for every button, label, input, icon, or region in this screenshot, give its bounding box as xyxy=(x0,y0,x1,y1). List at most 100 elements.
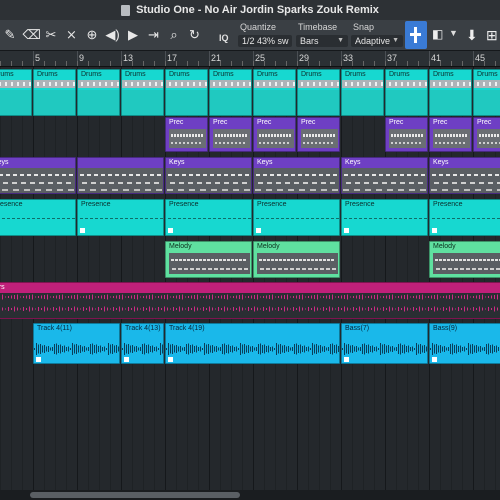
event-melody[interactable]: Melody xyxy=(429,241,500,278)
grid-icon[interactable]: ⊞ xyxy=(486,27,498,44)
event-drums[interactable]: Drums xyxy=(209,69,252,116)
event-presence[interactable]: Presence xyxy=(341,199,428,236)
event-prec[interactable]: Prec xyxy=(473,117,500,152)
scrollbar-thumb[interactable] xyxy=(30,492,240,498)
event-audio[interactable]: Track 4(13) xyxy=(121,323,164,364)
event-drums[interactable]: Drums xyxy=(121,69,164,116)
event-keys[interactable]: Keys xyxy=(253,157,340,194)
event-audio[interactable]: Track 4(19) xyxy=(165,323,340,364)
eraser-icon[interactable]: ⌫ xyxy=(23,27,41,43)
event-audio[interactable]: Bass(9) xyxy=(429,323,500,364)
horizontal-scrollbar[interactable] xyxy=(0,490,500,500)
iq-button[interactable]: IQ xyxy=(219,33,229,43)
event-drums[interactable]: Drums xyxy=(429,69,472,116)
track-lane-prec[interactable]: Prec Prec Prec Prec Prec Prec Prec xyxy=(0,115,500,153)
event-label: Drums xyxy=(213,71,234,78)
track-lane-presence[interactable]: Presence Presence Presence Presence Presence… xyxy=(0,197,500,237)
event-label: tars xyxy=(0,284,5,291)
event-label: Presence xyxy=(257,201,287,208)
document-icon xyxy=(121,4,131,16)
event-melody[interactable]: Melody xyxy=(253,241,340,278)
ruler-bar-number: 9 xyxy=(79,53,85,63)
event-prec[interactable]: Prec xyxy=(253,117,296,152)
event-prec[interactable]: Prec xyxy=(209,117,252,152)
timebase-label: Timebase xyxy=(298,22,338,32)
event-keys[interactable]: Keys xyxy=(341,157,428,194)
event-drums[interactable]: Drums xyxy=(297,69,340,116)
event-audio[interactable]: Bass(7) xyxy=(341,323,428,364)
event-label: Keys xyxy=(169,159,185,166)
event-label: Keys xyxy=(0,159,9,166)
event-presence[interactable]: Presence xyxy=(0,199,76,236)
event-keys[interactable]: Keys xyxy=(0,157,76,194)
event-melody[interactable]: Melody xyxy=(165,241,252,278)
event-drums[interactable]: Drums xyxy=(0,69,32,116)
track-lane-guitars[interactable]: tars xyxy=(0,280,500,320)
event-label: Drums xyxy=(125,71,146,78)
event-keys[interactable] xyxy=(77,157,164,194)
event-drums[interactable]: Drums xyxy=(165,69,208,116)
range-tool-icon[interactable]: ⇥ xyxy=(146,27,162,43)
event-drums[interactable]: Drums xyxy=(473,69,500,116)
event-presence[interactable]: Presence xyxy=(165,199,252,236)
event-label: Drums xyxy=(0,71,14,78)
snap-value: Adaptive xyxy=(355,36,391,46)
event-label: Prec xyxy=(389,119,404,126)
event-presence[interactable]: Presence xyxy=(429,199,500,236)
event-label: Drums xyxy=(301,71,322,78)
snap-select[interactable]: Adaptive ▼ xyxy=(351,35,403,47)
event-label: Drums xyxy=(257,71,278,78)
listen-tool-icon[interactable]: ◀) xyxy=(105,27,121,43)
loop-icon[interactable]: ↻ xyxy=(187,27,203,43)
mute-tool-icon[interactable]: ⨯ xyxy=(64,27,80,43)
timeline-ruler[interactable]: 5 9 13 17 21 25 29 33 37 41 45 xyxy=(0,51,500,67)
event-presence[interactable]: Presence xyxy=(77,199,164,236)
event-prec[interactable]: Prec xyxy=(429,117,472,152)
event-prec[interactable]: Prec xyxy=(165,117,208,152)
event-label: Track 4(19) xyxy=(169,325,205,332)
event-prec[interactable]: Prec xyxy=(297,117,340,152)
event-label: Keys xyxy=(345,159,361,166)
event-label: Presence xyxy=(169,201,199,208)
event-drums[interactable]: Drums xyxy=(253,69,296,116)
marker-icon[interactable]: ◧ xyxy=(432,27,446,43)
chevron-down-icon: ▼ xyxy=(392,37,399,44)
track-lane-melody[interactable]: Melody Melody Melody xyxy=(0,239,500,279)
zoom-icon[interactable]: ⌕ xyxy=(166,27,182,43)
event-label: Drums xyxy=(433,71,454,78)
event-drums[interactable]: Drums xyxy=(385,69,428,116)
bend-tool-icon[interactable]: ⊕ xyxy=(84,27,100,43)
quantize-value: 1/2 43% sw xyxy=(242,36,289,46)
timebase-select[interactable]: Bars ▼ xyxy=(296,35,348,47)
event-label: Track 4(11) xyxy=(37,325,73,332)
pencil-icon[interactable]: ✎ xyxy=(2,27,18,43)
window-title: Studio One - No Air Jordin Sparks Zouk R… xyxy=(136,4,379,16)
event-label: Prec xyxy=(257,119,272,126)
event-keys[interactable]: Keys xyxy=(429,157,500,194)
timebase-value: Bars xyxy=(300,36,319,46)
snap-toggle-button[interactable] xyxy=(405,21,427,49)
event-label: Presence xyxy=(0,201,23,208)
follow-icon[interactable]: ⬇ xyxy=(466,27,478,44)
track-lane-keys[interactable]: Keys Keys Keys Keys Keys xyxy=(0,155,500,195)
track-lane-audio[interactable]: Track 4(11) Track 4(13) Track 4(19) Bass(7)… xyxy=(0,321,500,365)
quantize-select[interactable]: 1/2 43% sw xyxy=(238,35,292,47)
chevron-down-icon[interactable]: ▼ xyxy=(449,28,458,38)
event-prec[interactable]: Prec xyxy=(385,117,428,152)
track-lane-drums[interactable]: Drums Drums Drums Drums Drums Drums Drums Drums… xyxy=(0,67,500,117)
chevron-down-icon: ▼ xyxy=(337,37,344,44)
event-guitars[interactable]: tars xyxy=(0,282,500,319)
event-drums[interactable]: Drums xyxy=(33,69,76,116)
event-presence[interactable]: Presence xyxy=(253,199,340,236)
event-label: Track 4(13) xyxy=(125,325,161,332)
event-label: Presence xyxy=(345,201,375,208)
event-audio[interactable]: Track 4(11) xyxy=(33,323,120,364)
event-drums[interactable]: Drums xyxy=(77,69,120,116)
arrangement-area[interactable]: Drums Drums Drums Drums Drums Drums Drums Drums… xyxy=(0,67,500,490)
event-label: Presence xyxy=(81,201,111,208)
play-cursor-icon[interactable]: ▶ xyxy=(125,27,141,43)
event-label: Melody xyxy=(169,243,192,250)
scissors-icon[interactable]: ✂ xyxy=(43,27,59,43)
event-keys[interactable]: Keys xyxy=(165,157,252,194)
event-drums[interactable]: Drums xyxy=(341,69,384,116)
